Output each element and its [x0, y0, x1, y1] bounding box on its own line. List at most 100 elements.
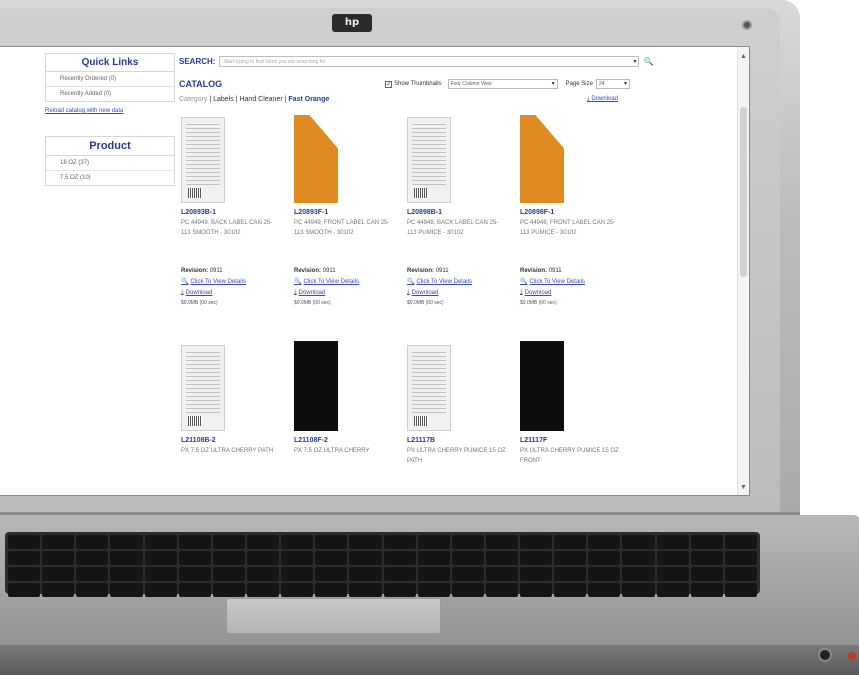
view-details-link[interactable]: 🔍 Click To View Details — [294, 278, 405, 286]
keyboard-key — [349, 583, 382, 597]
black-label-thumbnail[interactable] — [520, 341, 564, 431]
item-code-link[interactable]: L20898B-1 — [407, 209, 518, 216]
scroll-down-icon[interactable]: ▼ — [740, 484, 747, 491]
item-description: PC 44949, FRONT LABEL CAN 25-113 SMOOTH … — [294, 220, 390, 236]
checkbox-checked-icon[interactable]: ✓ — [385, 80, 392, 88]
keyboard — [5, 532, 760, 597]
quick-link-recently-added[interactable]: Recently Added (0) — [46, 87, 174, 101]
item-description: PX ULTRA CHERRY PUMICE 15 OZ FRONT — [520, 448, 619, 464]
download-all-label: Download — [591, 95, 619, 102]
keyboard-key — [383, 583, 416, 597]
download-all-link[interactable]: ⤓ Download — [587, 96, 618, 103]
product-filter-7-5oz[interactable]: 7.5 OZ (10) — [46, 171, 174, 185]
keyboard-key — [485, 551, 519, 565]
product-filter-16oz[interactable]: 16 OZ (37) — [46, 156, 174, 171]
view-details-link[interactable]: 🔍 Click To View Details — [520, 278, 631, 286]
view-details-link[interactable]: 🔍 Click To View Details — [407, 278, 518, 286]
download-link[interactable]: ⤓ Download — [407, 289, 518, 296]
download-link[interactable]: ⤓ Download — [294, 289, 405, 296]
page-size-control: Page Size 24 ▾ — [566, 79, 630, 89]
keyboard-key — [622, 567, 655, 581]
reload-catalog-link[interactable]: Reload catalog with new data — [45, 108, 175, 114]
download-icon: ⤓ — [294, 289, 297, 295]
keyboard-key — [690, 583, 723, 597]
left-sidebar: Quick Links Recently Ordered (0) Recentl… — [45, 53, 175, 200]
keyboard-key — [724, 567, 757, 581]
back-label-thumbnail[interactable] — [181, 117, 225, 203]
download-link[interactable]: ⤓ Download — [520, 289, 631, 296]
download-label: Download — [411, 289, 439, 296]
item-revision: Revision: 0911 — [520, 268, 631, 274]
breadcrumb-fast-orange[interactable]: Fast Orange — [288, 96, 329, 103]
revision-label: Revision: — [520, 268, 548, 274]
view-select-value: Four Column View — [450, 81, 492, 87]
download-label: Download — [524, 289, 552, 296]
keyboard-key — [349, 551, 382, 565]
view-details-link[interactable]: 🔍 Click To View Details — [181, 278, 292, 286]
keyboard-key — [588, 551, 621, 565]
main-content: SEARCH: Start typing to find items you a… — [179, 53, 679, 495]
catalog-card: L21108B-2 PX 7.5 OZ ULTRA CHERRY PATH — [179, 339, 292, 495]
laptop-bezel: hp Quick Links Recently Ordered (0) Rece… — [0, 8, 780, 518]
item-description: PC 44948, BACK LABEL CAN 25-113 PUMICE -… — [407, 220, 499, 236]
keyboard-key — [144, 551, 177, 565]
breadcrumb-category[interactable]: Category — [179, 96, 207, 103]
catalog-card: L20898F-1 PC 44948, FRONT LABEL CAN 25-1… — [518, 111, 631, 339]
view-select[interactable]: Four Column View ▾ — [447, 79, 558, 89]
search-dropdown-icon[interactable]: ▾ — [633, 57, 636, 67]
keyboard-key — [485, 535, 519, 549]
download-label: Download — [185, 289, 213, 296]
download-icon: ⤓ — [407, 289, 410, 295]
keyboard-key — [622, 535, 655, 549]
page-size-select[interactable]: 24 ▾ — [595, 79, 630, 89]
revision-value: 0911 — [435, 268, 449, 274]
breadcrumb-labels[interactable]: Labels — [213, 96, 234, 103]
keyboard-key — [383, 551, 416, 565]
item-code-link[interactable]: L20898F-1 — [520, 209, 631, 216]
search-icon[interactable]: 🔍 — [643, 57, 653, 66]
keyboard-key — [451, 551, 484, 565]
breadcrumb-hand-cleaner[interactable]: Hand Cleaner — [239, 96, 282, 103]
page-size-label: Page Size — [565, 81, 593, 87]
orange-label-thumbnail[interactable] — [520, 115, 564, 203]
item-code-link[interactable]: L21108F-2 — [294, 437, 405, 444]
search-input[interactable]: Start typing to find items you are searc… — [219, 55, 640, 67]
vertical-scrollbar[interactable]: ▲ ▼ — [737, 47, 749, 495]
catalog-card: L21108F-2 PX 7.5 OZ ULTRA CHERRY — [292, 339, 405, 495]
item-code-link[interactable]: L21117F — [520, 437, 631, 444]
keyboard-key — [315, 583, 348, 597]
download-link[interactable]: ⤓ Download — [181, 289, 292, 296]
scroll-up-icon[interactable]: ▲ — [740, 53, 747, 60]
file-size: $0.0MB (00 sec) — [181, 300, 218, 306]
keyboard-key — [622, 583, 655, 597]
item-code-link[interactable]: L21108B-2 — [181, 437, 292, 444]
power-button-icon — [818, 648, 832, 662]
black-label-thumbnail[interactable] — [294, 341, 338, 431]
search-label: SEARCH: — [179, 56, 216, 66]
item-code-link[interactable]: L21117B — [407, 437, 518, 444]
keyboard-key — [281, 583, 314, 597]
scroll-thumb[interactable] — [740, 107, 747, 277]
back-label-thumbnail[interactable] — [181, 345, 225, 431]
keyboard-key — [110, 583, 143, 597]
touchpad — [226, 598, 441, 634]
item-code-link[interactable]: L20893B-1 — [181, 209, 292, 216]
quick-links-panel: Quick Links Recently Ordered (0) Recentl… — [45, 53, 175, 102]
back-label-thumbnail[interactable] — [407, 345, 451, 431]
catalog-card: L21117F PX ULTRA CHERRY PUMICE 15 OZ FRO… — [518, 339, 631, 495]
show-thumbnails-checkbox[interactable]: ✓ Show Thumbnails — [385, 80, 442, 88]
keyboard-key — [690, 567, 723, 581]
keyboard-key — [246, 567, 280, 581]
view-details-label: Click To View Details — [190, 278, 246, 285]
keyboard-key — [178, 551, 211, 565]
laptop-base-front — [0, 645, 859, 675]
quick-link-recently-ordered[interactable]: Recently Ordered (0) — [46, 72, 174, 87]
search-bar: SEARCH: Start typing to find items you a… — [179, 53, 679, 69]
product-panel: Product 16 OZ (37) 7.5 OZ (10) — [45, 136, 175, 186]
keyboard-key — [178, 567, 211, 581]
keyboard-key — [451, 583, 484, 597]
back-label-thumbnail[interactable] — [407, 117, 451, 203]
item-code-link[interactable]: L20893F-1 — [294, 209, 405, 216]
orange-label-thumbnail[interactable] — [294, 115, 338, 203]
keyboard-key — [315, 567, 348, 581]
